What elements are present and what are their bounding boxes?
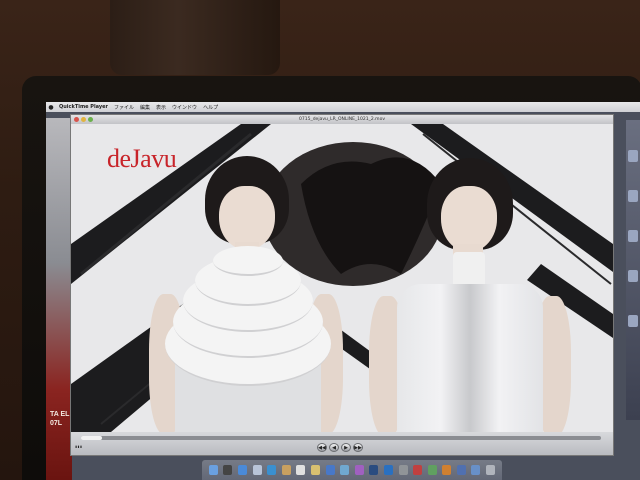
play-button[interactable]: ▶ <box>341 443 351 452</box>
dashboard-icon[interactable] <box>223 465 233 475</box>
ical-icon[interactable] <box>296 465 306 475</box>
menu-view[interactable]: 表示 <box>153 104 169 111</box>
imovie-icon[interactable] <box>354 465 364 475</box>
menu-file[interactable]: ファイル <box>111 104 137 111</box>
finder-icon[interactable] <box>208 465 218 475</box>
apple-menu-icon[interactable]: ● <box>46 104 56 111</box>
poster-text: TA EL 07L <box>50 411 70 427</box>
control-bar: ▮▮▮ ◀◀ ◀ ▶ ▶▶ <box>71 432 613 455</box>
timeline-progress <box>81 436 102 440</box>
transport-controls: ◀◀ ◀ ▶ ▶▶ <box>317 443 363 452</box>
dock <box>202 460 502 480</box>
menu-help[interactable]: ヘルプ <box>200 104 221 111</box>
zoom-icon[interactable] <box>88 117 93 122</box>
app-icon[interactable] <box>442 465 452 475</box>
trash-icon[interactable] <box>486 465 496 475</box>
downloads-icon[interactable] <box>471 465 481 475</box>
system-preferences-icon[interactable] <box>398 465 408 475</box>
preview-icon[interactable] <box>310 465 320 475</box>
desktop-file-icon[interactable] <box>628 150 638 162</box>
close-icon[interactable] <box>74 117 79 122</box>
photoshop-icon[interactable] <box>369 465 379 475</box>
step-back-button[interactable]: ◀ <box>329 443 339 452</box>
desktop-file-icon[interactable] <box>628 230 638 242</box>
quicktime-icon[interactable] <box>383 465 393 475</box>
volume-icon[interactable]: ▮▮▮ <box>75 444 82 449</box>
menu-edit[interactable]: 編集 <box>137 104 153 111</box>
fast-forward-button[interactable]: ▶▶ <box>353 443 363 452</box>
iphoto-icon[interactable] <box>340 465 350 475</box>
dejavu-logo: deJavu <box>107 144 177 173</box>
safari-icon[interactable] <box>237 465 247 475</box>
desktop-right-edge <box>626 120 640 420</box>
menu-app-name[interactable]: QuickTime Player <box>56 104 111 110</box>
itunes-icon[interactable] <box>325 465 335 475</box>
minimize-icon[interactable] <box>81 117 86 122</box>
window-titlebar[interactable]: 0715_dejavu_LR_ONLINE_1021_2.mov <box>71 115 613 124</box>
mail-icon[interactable] <box>252 465 262 475</box>
screen: TA EL 07L ● QuickTime Player ファイル 編集 表示 … <box>46 102 640 480</box>
menubar: ● QuickTime Player ファイル 編集 表示 ウインドウ ヘルプ <box>46 102 640 112</box>
rewind-button[interactable]: ◀◀ <box>317 443 327 452</box>
timeline-scrubber[interactable] <box>81 436 601 440</box>
window-title: 0715_dejavu_LR_ONLINE_1021_2.mov <box>299 117 385 122</box>
app-icon[interactable] <box>456 465 466 475</box>
menu-window[interactable]: ウインドウ <box>169 104 200 111</box>
desktop-file-icon[interactable] <box>628 270 638 282</box>
desktop-file-icon[interactable] <box>628 190 638 202</box>
app-icon[interactable] <box>427 465 437 475</box>
app-icon[interactable] <box>413 465 423 475</box>
quicktime-window: 0715_dejavu_LR_ONLINE_1021_2.mov deJavu <box>70 114 614 456</box>
ichat-icon[interactable] <box>267 465 277 475</box>
desktop-file-icon[interactable] <box>628 315 638 327</box>
desktop-left-edge: TA EL 07L <box>46 118 72 480</box>
curtain <box>110 0 280 75</box>
video-frame[interactable]: deJavu <box>71 124 613 432</box>
address-book-icon[interactable] <box>281 465 291 475</box>
